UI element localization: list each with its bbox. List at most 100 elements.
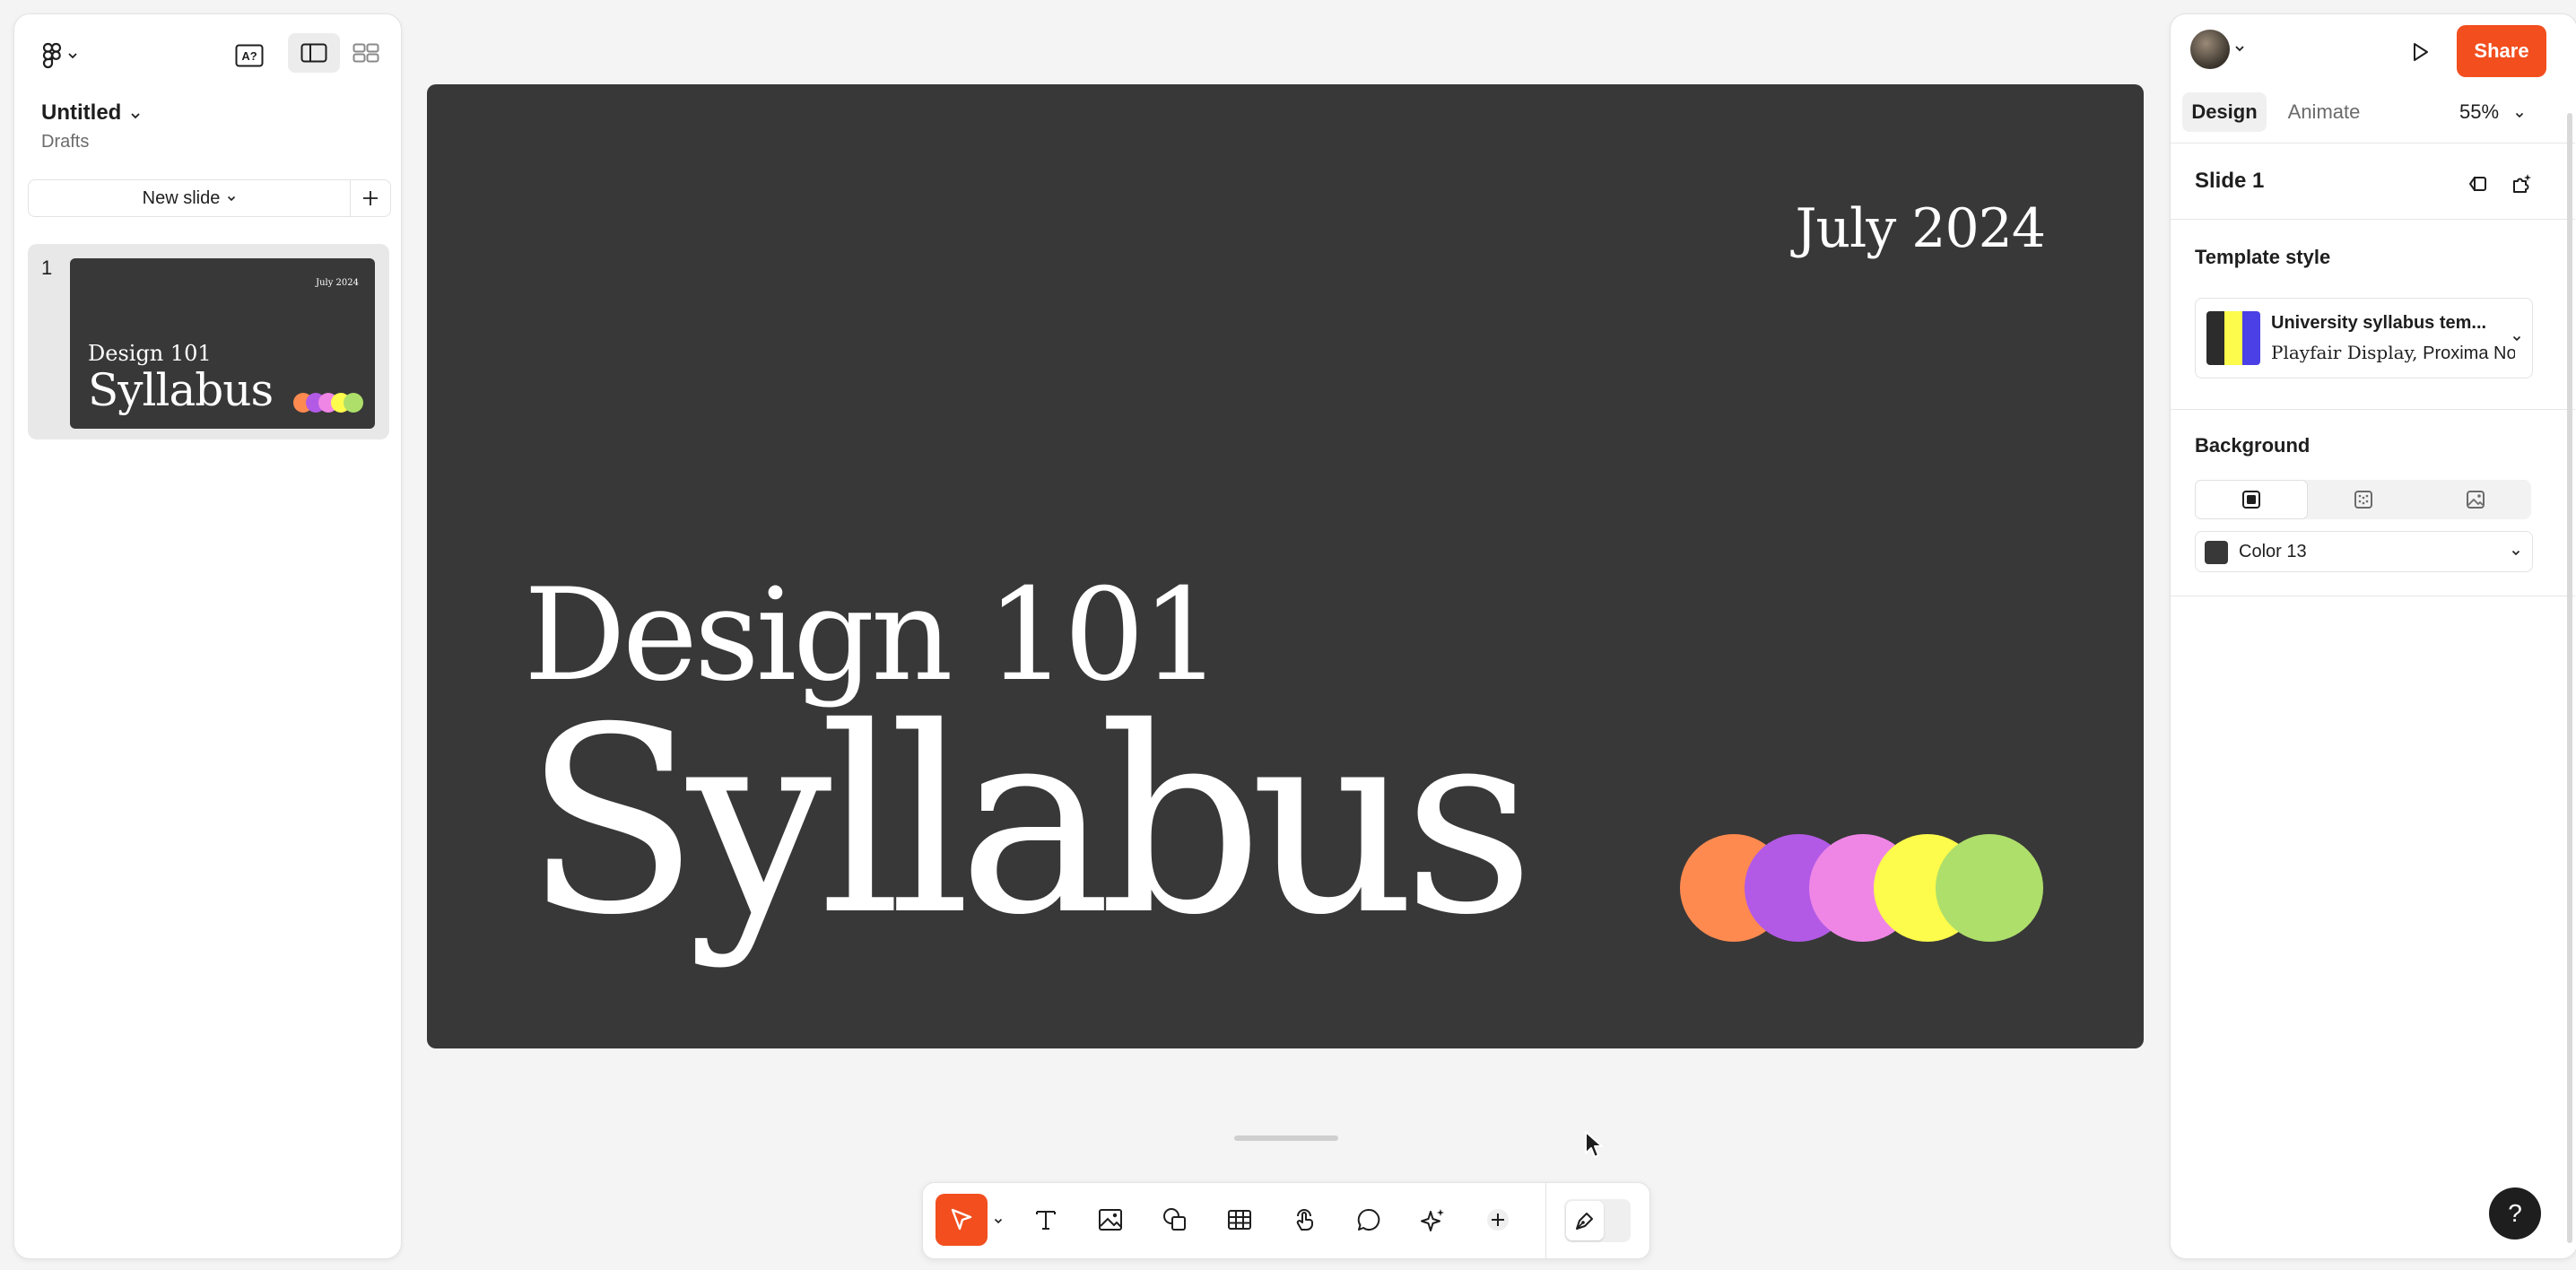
chevron-down-icon [2234, 45, 2245, 52]
table-icon [1226, 1206, 1253, 1233]
shapes-icon [1162, 1206, 1188, 1233]
text-tool-button[interactable] [1020, 1194, 1072, 1246]
background-color-select[interactable]: Color 13 [2195, 531, 2533, 572]
image-fill-option[interactable] [2420, 480, 2531, 519]
thumbnail-color-dots [293, 393, 363, 413]
tap-hand-icon [1291, 1206, 1318, 1233]
slide-plugin-button[interactable] [2504, 167, 2538, 201]
canvas-drag-handle[interactable] [1234, 1135, 1338, 1141]
slide-number: 1 [41, 257, 53, 279]
template-sans-font: Proxima No [2423, 344, 2515, 363]
account-menu-button[interactable] [2233, 39, 2246, 57]
image-icon [2466, 490, 2485, 509]
mouse-cursor-icon [1585, 1131, 1603, 1158]
color-dots-graphic[interactable] [1680, 832, 2044, 944]
interactive-tool-button[interactable] [1278, 1194, 1330, 1246]
chevron-down-icon [994, 1218, 1003, 1224]
file-title-button[interactable]: Untitled [41, 100, 141, 126]
chevron-down-icon [130, 105, 141, 123]
slide-name: Slide 1 [2195, 169, 2265, 193]
share-button[interactable]: Share [2457, 25, 2546, 77]
slide-transition-button[interactable] [2461, 167, 2495, 201]
move-tool-options[interactable] [991, 1210, 1005, 1231]
chevron-down-icon [2515, 112, 2524, 118]
new-slide-row: New slide [28, 179, 391, 217]
ai-actions-button[interactable] [1407, 1194, 1459, 1246]
template-serif-font: Playfair Display, [2271, 342, 2418, 363]
chevron-down-icon [67, 52, 78, 59]
chevron-down-icon [2511, 333, 2523, 344]
table-tool-button[interactable] [1214, 1194, 1266, 1246]
new-slide-button[interactable]: New slide [29, 180, 351, 216]
chevron-down-icon [2510, 548, 2522, 557]
grid-icon [352, 43, 379, 63]
left-panel: A? Untitled Drafts New slide 1 July 2024… [13, 13, 402, 1259]
tab-animate[interactable]: Animate [2277, 92, 2371, 132]
thumbnail-heading: Design 101 [88, 341, 212, 366]
bottom-toolbar [922, 1182, 1650, 1259]
more-tools-button[interactable] [1472, 1194, 1524, 1246]
template-fonts: Playfair Display, Proxima No [2271, 342, 2515, 364]
panel-divider [2171, 409, 2575, 410]
image-tool-button[interactable] [1084, 1194, 1136, 1246]
pattern-fill-option[interactable] [2308, 480, 2419, 519]
color-swatch [2205, 541, 2228, 564]
panel-divider [2171, 143, 2575, 144]
template-swatch [2206, 311, 2260, 365]
play-icon [2408, 40, 2432, 64]
thumbnail-title: Syllabus [88, 364, 274, 416]
file-location[interactable]: Drafts [41, 132, 89, 152]
panel-layout-icon [300, 43, 327, 63]
template-style-select[interactable]: University syllabus tem... Playfair Disp… [2195, 298, 2533, 378]
thumbnail-date: July 2024 [316, 278, 359, 288]
grid-view-toggle[interactable] [340, 33, 392, 73]
transition-icon [2467, 172, 2490, 196]
sparkles-icon [1420, 1206, 1447, 1233]
new-slide-label: New slide [142, 187, 221, 208]
solid-fill-icon [2241, 490, 2261, 509]
figma-logo-icon [42, 42, 62, 69]
slide-canvas[interactable]: July 2024 Design 101 Syllabus [427, 84, 2144, 1048]
slide-title[interactable]: Syllabus [524, 694, 1535, 951]
solid-fill-option[interactable] [2195, 480, 2309, 519]
cursor-arrow-icon [948, 1206, 975, 1233]
background-heading: Background [2195, 434, 2311, 457]
background-color-name: Color 13 [2239, 542, 2307, 561]
panel-divider [2171, 219, 2575, 220]
image-icon [1097, 1206, 1124, 1233]
comment-bubble-icon [1355, 1206, 1382, 1233]
plus-icon [361, 189, 379, 207]
right-panel: Share Design Animate 55% Slide 1 Templat… [2170, 13, 2576, 1259]
comment-tool-button[interactable] [1343, 1194, 1395, 1246]
add-slide-button[interactable] [351, 180, 390, 216]
tab-design[interactable]: Design [2182, 92, 2267, 132]
template-style-heading: Template style [2195, 246, 2331, 268]
present-button[interactable] [2400, 32, 2440, 72]
pen-nib-icon [1566, 1201, 1604, 1240]
help-button[interactable]: ? [2489, 1187, 2541, 1240]
main-menu-button[interactable] [36, 38, 84, 74]
chevron-down-icon [227, 196, 236, 202]
template-name: University syllabus tem... [2271, 313, 2487, 333]
background-type-switch [2195, 480, 2531, 519]
file-title: Untitled [41, 100, 122, 125]
svg-text:A?: A? [241, 49, 257, 63]
slide-date[interactable]: July 2024 [1795, 197, 2046, 260]
single-view-toggle[interactable] [288, 33, 340, 73]
text-icon [1032, 1206, 1059, 1233]
panel-scrollbar[interactable] [2567, 113, 2572, 1243]
zoom-level: 55% [2459, 100, 2500, 123]
slide-list-item[interactable]: 1 July 2024 Design 101 Syllabus [28, 244, 389, 439]
plus-icon [1484, 1206, 1511, 1233]
zoom-control[interactable]: 55% [2459, 100, 2524, 124]
avatar[interactable] [2190, 30, 2230, 69]
ask-ai-button[interactable]: A? [230, 38, 269, 74]
puzzle-sparkle-icon [2510, 172, 2533, 196]
toolbar-divider [1545, 1183, 1546, 1258]
draw-mode-toggle[interactable] [1564, 1199, 1631, 1242]
slide-thumbnail: July 2024 Design 101 Syllabus [70, 258, 375, 429]
pattern-fill-icon [2354, 490, 2373, 509]
shape-tool-button[interactable] [1149, 1194, 1201, 1246]
text-ai-icon: A? [235, 44, 264, 67]
move-tool-button[interactable] [936, 1194, 988, 1246]
